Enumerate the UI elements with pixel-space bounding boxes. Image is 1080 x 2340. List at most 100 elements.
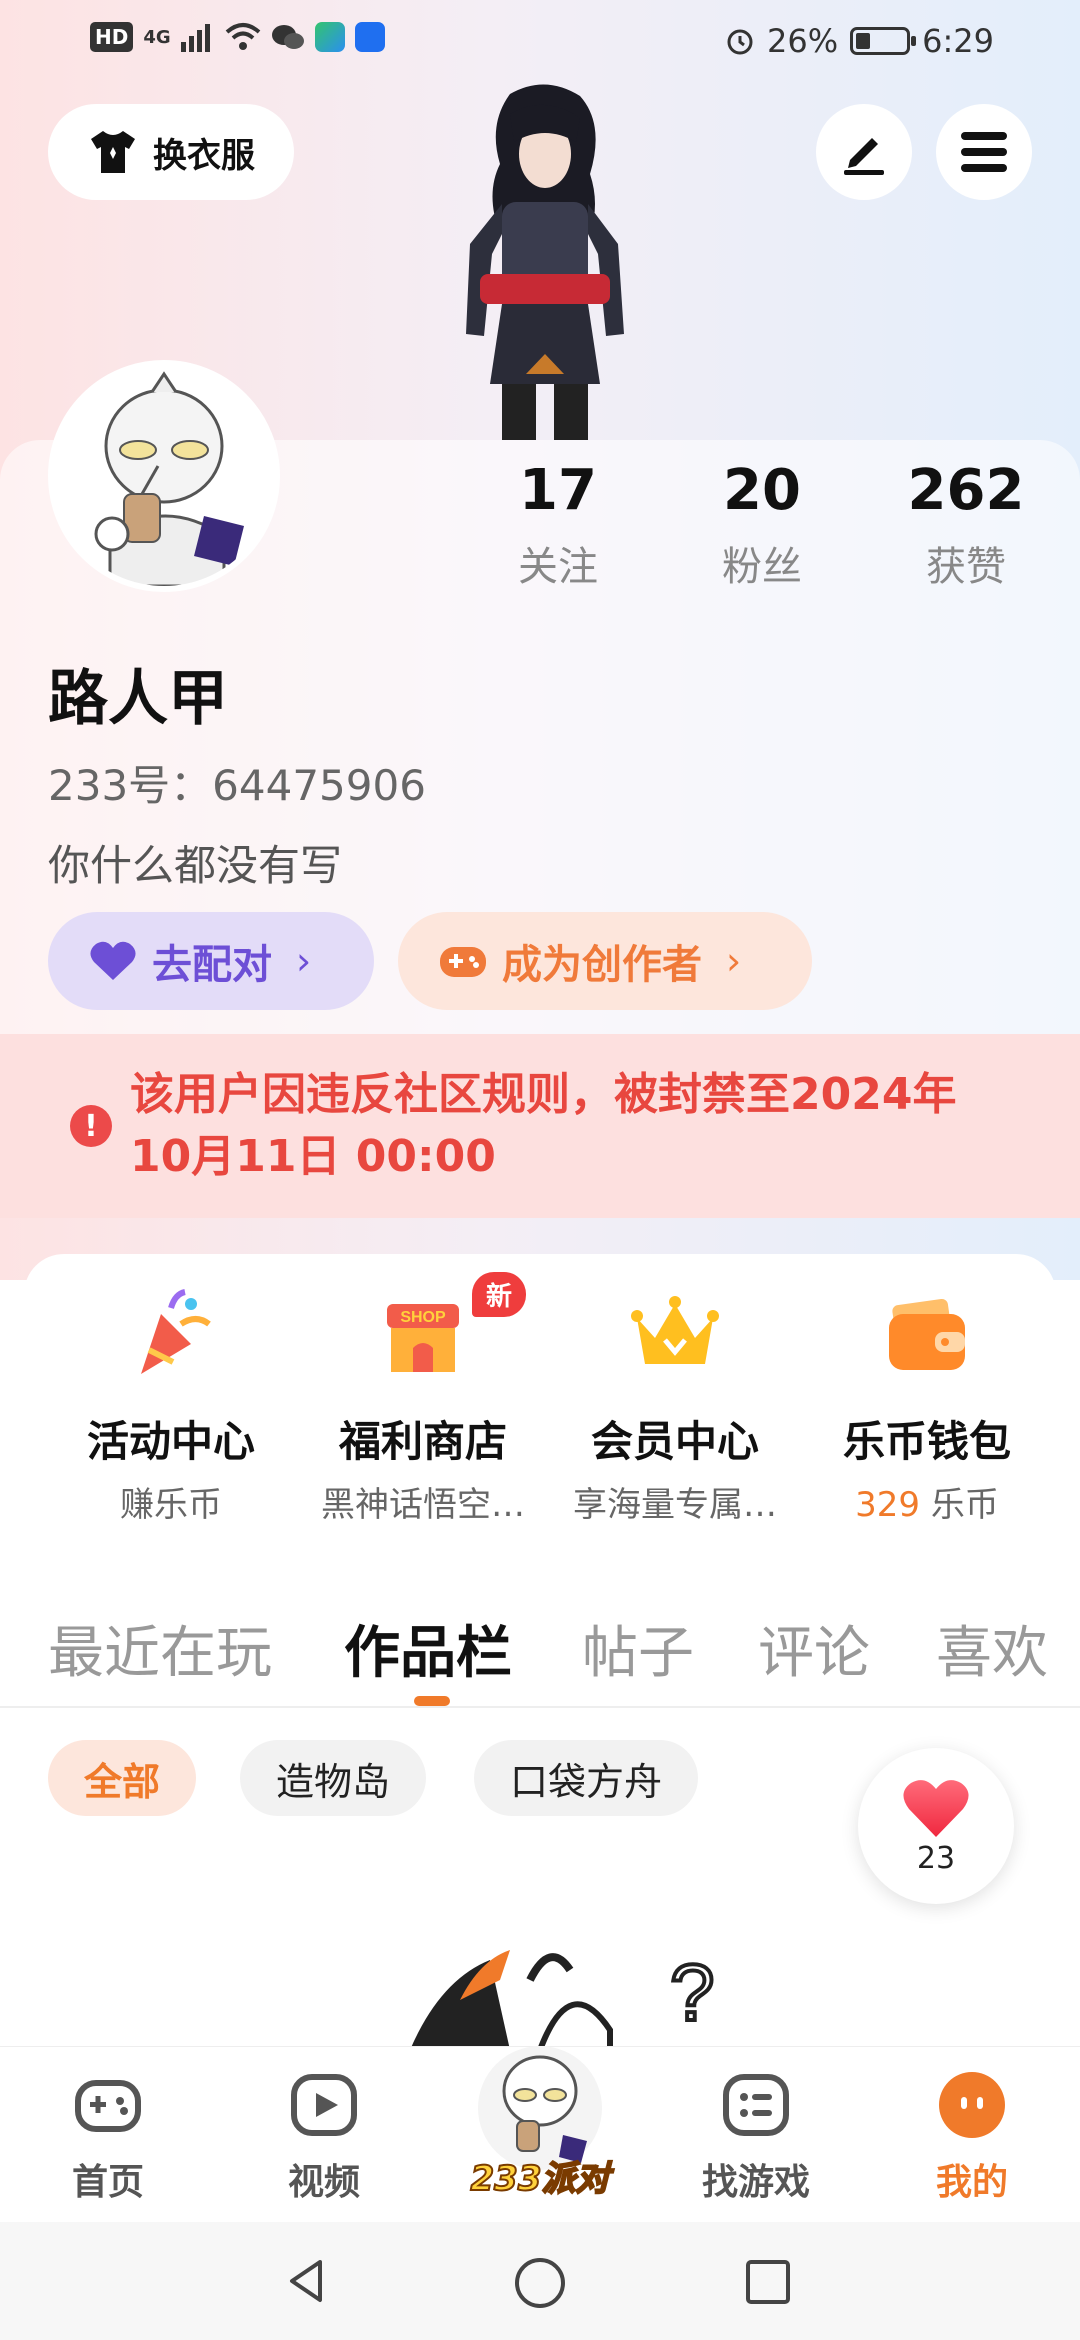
character-avatar-figure[interactable] — [440, 84, 650, 440]
heart-icon — [90, 941, 136, 980]
filter-chip-pocket-ark[interactable]: 口袋方舟 — [474, 1740, 699, 1816]
nav-video[interactable]: 视频 — [254, 2069, 394, 2205]
bulb-app-icon — [354, 22, 385, 52]
tab-recently-played[interactable]: 最近在玩 — [48, 1608, 272, 1689]
member-center-item[interactable]: 会员中心 享海量专属… — [550, 1284, 800, 1526]
network-indicator: 4G — [143, 26, 171, 48]
feature-grid: 活动中心 赚乐币 SHOP 福利商店 黑神话悟空… 新 会员中心 享海量专属… … — [24, 1254, 1056, 1536]
nav-find-games-label: 找游戏 — [701, 2162, 810, 2203]
coin-wallet-subtitle: 329 乐币 — [802, 1477, 1052, 1526]
pencil-icon — [844, 138, 884, 175]
coin-unit: 乐币 — [920, 1485, 999, 1525]
following-label: 关注 — [518, 544, 598, 590]
hd-indicator: HD — [90, 22, 134, 52]
nav-find-games[interactable]: 找游戏 — [686, 2069, 826, 2205]
crown-icon — [631, 1296, 719, 1364]
home-circle-icon[interactable] — [513, 2256, 567, 2310]
member-center-subtitle: 享海量专属… — [573, 1485, 777, 1525]
status-bar: HD 4G 26% 6:29 — [0, 0, 1080, 84]
tab-works[interactable]: 作品栏 — [344, 1608, 512, 1689]
ban-notice-line1: 该用户因违反社区规则，被封禁至2024年 — [130, 1069, 957, 1120]
fans-label: 粉丝 — [722, 544, 802, 590]
wallet-icon — [889, 1298, 965, 1370]
back-icon[interactable] — [282, 2256, 332, 2306]
app-notification-icon — [314, 22, 345, 52]
battery-icon — [850, 27, 917, 55]
warning-icon: ! — [70, 1105, 112, 1147]
become-creator-button[interactable]: 成为创作者 › — [398, 912, 812, 1010]
activity-center-title: 活动中心 — [86, 1417, 255, 1466]
activity-center-item[interactable]: 活动中心 赚乐币 — [46, 1284, 296, 1526]
tab-divider — [0, 1706, 1080, 1708]
ban-notice-line2: 10月11日 00:00 — [130, 1131, 496, 1182]
match-label: 去配对 — [152, 942, 272, 988]
nav-mine-label: 我的 — [935, 2162, 1008, 2203]
battery-percent: 26% — [767, 22, 839, 60]
filter-chip-all[interactable]: 全部 — [48, 1740, 197, 1816]
member-center-title: 会员中心 — [590, 1417, 759, 1466]
bottom-navigation: 首页 视频 233派对 找游戏 我的 — [0, 2046, 1080, 2222]
svg-text:?: ? — [670, 1948, 715, 2037]
tab-bar: 最近在玩 作品栏 帖子 评论 喜欢 — [0, 1608, 1080, 1688]
nav-mine[interactable]: 我的 — [902, 2069, 1042, 2205]
fans-count: 20 — [723, 458, 801, 523]
menu-button[interactable] — [936, 104, 1032, 200]
nav-video-label: 视频 — [287, 2162, 360, 2203]
profile-face-icon — [939, 2072, 1005, 2138]
username: 路人甲 — [48, 664, 228, 734]
likes-received-count: 262 — [907, 458, 1025, 523]
gamepad-icon — [440, 947, 486, 977]
ban-notice-banner: ! 该用户因违反社区规则，被封禁至2024年 10月11日 00:00 — [0, 1034, 1080, 1218]
floating-like-button[interactable]: 23 — [858, 1748, 1014, 1904]
become-creator-label: 成为创作者 — [502, 942, 702, 988]
nav-home[interactable]: 首页 — [38, 2069, 178, 2205]
new-badge: 新 — [472, 1272, 527, 1317]
welfare-shop-item[interactable]: SHOP 福利商店 黑神话悟空… — [298, 1284, 548, 1526]
hamburger-menu-icon — [961, 132, 1007, 172]
fans-stat[interactable]: 20 粉丝 — [672, 456, 852, 592]
profile-avatar[interactable] — [48, 360, 280, 592]
match-button[interactable]: 去配对 › — [48, 912, 374, 1010]
system-navigation-bar — [0, 2222, 1080, 2340]
list-icon — [723, 2074, 789, 2136]
ban-notice-text: 该用户因违反社区规则，被封禁至2024年 10月11日 00:00 — [130, 1064, 956, 1188]
welfare-shop-title: 福利商店 — [338, 1417, 507, 1466]
nav-party-label: 233派对 — [470, 2158, 611, 2200]
signal-icon — [180, 24, 210, 52]
coin-wallet-title: 乐币钱包 — [842, 1417, 1011, 1466]
like-count: 23 — [916, 1840, 956, 1876]
bio: 你什么都没有写 — [48, 841, 343, 890]
clock: 6:29 — [922, 22, 994, 60]
shop-icon: SHOP — [387, 1304, 459, 1372]
coin-balance: 329 — [855, 1485, 921, 1525]
likes-stat[interactable]: 262 获赞 — [876, 456, 1056, 592]
change-outfit-button[interactable]: 换衣服 — [48, 104, 294, 200]
following-count: 17 — [519, 458, 597, 523]
wifi-icon — [225, 23, 260, 50]
empty-state-illustration: ? — [410, 1946, 717, 2050]
active-tab-indicator — [414, 1696, 450, 1706]
user-id: 233号：64475906 — [48, 761, 426, 810]
party-popper-icon — [141, 1289, 211, 1374]
following-stat[interactable]: 17 关注 — [468, 456, 648, 592]
change-outfit-label: 换衣服 — [153, 135, 255, 176]
filter-chip-creation-island[interactable]: 造物岛 — [240, 1740, 427, 1816]
chevron-right-icon: › — [296, 939, 312, 983]
welfare-shop-subtitle: 黑神话悟空… — [321, 1485, 525, 1525]
coin-wallet-item[interactable]: 乐币钱包 329 乐币 — [802, 1284, 1052, 1526]
tab-posts[interactable]: 帖子 — [582, 1608, 694, 1689]
tab-likes[interactable]: 喜欢 — [936, 1608, 1048, 1689]
activity-center-subtitle: 赚乐币 — [120, 1485, 222, 1525]
recent-apps-icon[interactable] — [744, 2258, 792, 2306]
gamepad-icon — [75, 2080, 141, 2132]
tab-comments[interactable]: 评论 — [758, 1608, 870, 1689]
nav-party[interactable]: 233派对 — [460, 2037, 620, 2207]
wechat-icon — [271, 25, 304, 49]
alarm-icon — [727, 29, 753, 55]
heart-icon — [903, 1779, 969, 1837]
svg-text:SHOP: SHOP — [400, 1309, 446, 1326]
tshirt-icon — [91, 131, 135, 173]
nav-home-label: 首页 — [71, 2162, 144, 2203]
likes-received-label: 获赞 — [926, 544, 1006, 590]
edit-profile-button[interactable] — [816, 104, 912, 200]
